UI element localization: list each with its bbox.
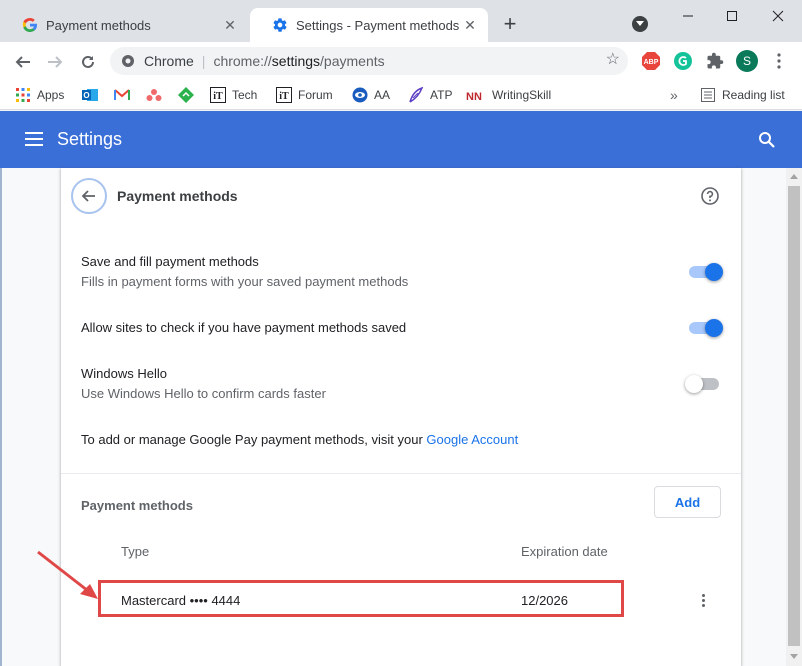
google-account-link[interactable]: Google Account [426, 432, 518, 447]
bookmark-label: WritingSkill [492, 88, 552, 102]
it-icon: iT [210, 87, 226, 103]
bookmark-label: Forum [298, 88, 333, 102]
divider [61, 473, 741, 474]
more-actions-icon[interactable] [691, 588, 715, 612]
tab-title: Payment methods [46, 17, 151, 33]
svg-text:S: S [743, 54, 751, 68]
close-window-icon[interactable] [766, 6, 790, 26]
svg-text:ABP: ABP [644, 59, 659, 66]
svg-text:O: O [83, 91, 89, 100]
bookmark-gmail[interactable] [114, 85, 136, 105]
tab-payment-methods[interactable]: Payment methods ✕ [0, 8, 248, 42]
scroll-thumb[interactable] [788, 186, 800, 646]
allow-check-label: Allow sites to check if you have payment… [81, 320, 407, 335]
bookmark-feedly[interactable] [178, 85, 200, 105]
tab-strip: Payment methods ✕ Settings - Payment met… [0, 0, 802, 42]
tab-title: Settings - Payment methods [296, 17, 460, 33]
close-tab-icon[interactable]: ✕ [460, 15, 480, 35]
bookmark-writingskill[interactable]: NN WritingSkill [466, 85, 551, 105]
bookmarks-overflow-chevron-icon[interactable]: » [670, 85, 678, 105]
profile-avatar[interactable]: S [736, 50, 758, 72]
help-icon[interactable] [701, 187, 719, 205]
google-g-icon [22, 17, 38, 33]
back-button[interactable] [71, 178, 107, 214]
url-separator: | [201, 53, 206, 69]
add-payment-method-button[interactable]: Add [654, 486, 721, 518]
annotation-highlight-box [98, 580, 624, 617]
reading-list-label: Reading list [722, 88, 785, 102]
scroll-up-icon[interactable] [790, 174, 798, 179]
page-title: Payment methods [117, 188, 238, 204]
google-pay-note: To add or manage Google Pay payment meth… [81, 432, 519, 447]
type-column-header: Type [121, 544, 150, 559]
bookmark-label: AA [374, 88, 391, 102]
reading-list-icon [700, 87, 716, 103]
windows-hello-label: Windows Hello [81, 366, 167, 381]
menu-hamburger-icon[interactable] [25, 132, 43, 146]
address-bar[interactable]: Chrome | chrome://settings/payments ☆ [110, 47, 628, 75]
back-arrow-icon[interactable] [11, 50, 35, 74]
forward-arrow-icon[interactable] [43, 50, 67, 74]
outlook-icon: O [82, 87, 98, 103]
bookmark-star-icon[interactable]: ☆ [606, 52, 620, 68]
annotation-arrow-icon [37, 550, 98, 599]
settings-header: Settings [0, 111, 802, 168]
save-fill-label: Save and fill payment methods [81, 254, 259, 269]
scroll-down-icon[interactable] [790, 654, 798, 659]
window-edge [0, 168, 2, 666]
nn-icon: NN [466, 87, 486, 103]
settings-gear-icon [272, 17, 288, 33]
bookmark-label: Apps [37, 88, 65, 102]
reload-icon[interactable] [76, 50, 100, 74]
scheme-label: Chrome [144, 53, 194, 69]
allow-check-toggle[interactable] [689, 319, 723, 337]
bookmarks-bar: Apps O iT Tech iT Forum AA ATP NN Writin… [0, 80, 802, 110]
tab-settings-payment-methods[interactable]: Settings - Payment methods ✕ [250, 8, 488, 42]
url-text: chrome://settings/payments [213, 53, 385, 69]
browser-toolbar: Chrome | chrome://settings/payments ☆ AB… [0, 42, 802, 80]
expiration-column-header: Expiration date [521, 544, 608, 559]
chrome-logo-icon [120, 53, 136, 69]
bookmark-label: ATP [430, 88, 453, 102]
adblock-plus-icon[interactable]: ABP [640, 50, 662, 72]
asana-icon [146, 87, 162, 103]
bookmark-label: Tech [232, 88, 258, 102]
windows-hello-description: Use Windows Hello to confirm cards faste… [81, 386, 326, 401]
payment-methods-section-title: Payment methods [81, 498, 193, 513]
windows-hello-toggle[interactable] [685, 375, 721, 393]
bookmark-apps[interactable]: Apps [15, 85, 64, 105]
minimize-icon[interactable] [676, 6, 700, 26]
bookmark-outlook[interactable]: O [82, 85, 104, 105]
svg-text:NN: NN [466, 91, 482, 101]
save-fill-toggle[interactable] [689, 263, 723, 281]
gmail-icon [114, 87, 130, 103]
extensions-puzzle-icon[interactable] [704, 50, 726, 72]
bookmark-asana[interactable] [146, 85, 168, 105]
reading-list-button[interactable]: Reading list [700, 85, 785, 105]
new-tab-plus-icon[interactable]: + [498, 11, 522, 36]
eye-icon [352, 87, 368, 103]
bookmark-atp[interactable]: ATP [408, 85, 452, 105]
grammarly-icon[interactable] [672, 50, 694, 72]
bookmark-tech[interactable]: iT Tech [210, 85, 257, 105]
maximize-icon[interactable] [720, 6, 744, 26]
close-tab-icon[interactable]: ✕ [220, 15, 240, 35]
save-fill-description: Fills in payment forms with your saved p… [81, 274, 409, 289]
bookmark-aa[interactable]: AA [352, 85, 390, 105]
feather-icon [408, 87, 424, 103]
feedly-icon [178, 87, 194, 103]
apps-grid-icon [15, 87, 31, 103]
svg-text:iT: iT [213, 91, 223, 102]
bookmark-forum[interactable]: iT Forum [276, 85, 333, 105]
chrome-menu-icon[interactable] [768, 50, 790, 72]
page-scrollbar[interactable] [786, 168, 802, 666]
tab-search-icon[interactable] [632, 16, 648, 32]
search-icon[interactable] [758, 131, 776, 149]
svg-text:iT: iT [279, 91, 289, 102]
back-arrow-icon [81, 190, 95, 202]
it-icon: iT [276, 87, 292, 103]
settings-title: Settings [57, 129, 123, 149]
